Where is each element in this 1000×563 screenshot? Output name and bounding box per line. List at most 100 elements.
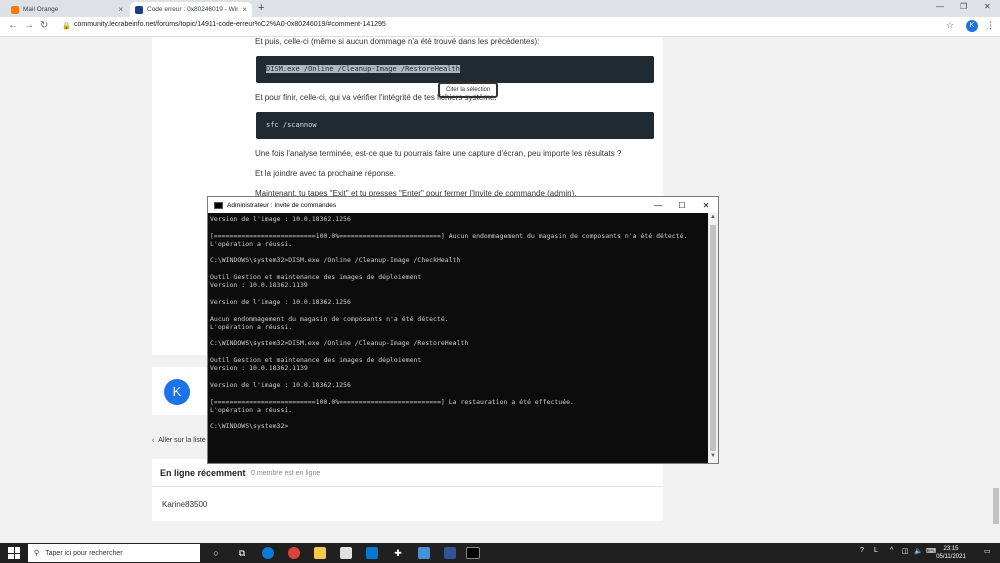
post-paragraph: Et la joindre avec ta prochaine réponse. xyxy=(255,169,396,178)
cmd-line: Outil Gestion et maintenance des images … xyxy=(210,356,422,365)
app-tray-icon[interactable]: L xyxy=(874,547,878,554)
lock-icon[interactable]: 🔒 xyxy=(62,22,71,30)
tab-title: Mail Orange xyxy=(23,6,59,13)
cmd-minimize-icon[interactable]: — xyxy=(646,201,670,210)
crabe-info-favicon-icon xyxy=(135,5,143,14)
cmd-maximize-icon[interactable]: ☐ xyxy=(670,201,694,210)
command-prompt-window[interactable]: Administrateur : Invite de commandes — ☐… xyxy=(207,196,719,464)
cmd-scroll-up-icon[interactable]: ▲ xyxy=(710,214,716,220)
post-paragraph: Une fois l'analyse terminée, est-ce que … xyxy=(255,149,622,158)
tab-close-icon[interactable]: × xyxy=(118,5,123,14)
back-to-list-link[interactable]: ‹ Aller sur la liste xyxy=(152,437,206,444)
cmd-line xyxy=(210,389,706,397)
taskbar-search-box[interactable]: ⚲ Taper ici pour rechercher xyxy=(28,544,200,562)
minimize-icon[interactable]: — xyxy=(936,2,944,11)
search-icon: ⚲ xyxy=(34,550,40,557)
cmd-line xyxy=(210,290,706,298)
cortana-icon[interactable]: ○ xyxy=(210,547,222,559)
code-text-selected[interactable]: DISM.exe /Online /Cleanup-Image /Restore… xyxy=(266,65,460,73)
tab-mail-orange[interactable]: Mail Orange × xyxy=(6,2,128,17)
language-icon[interactable]: ⌨ xyxy=(926,547,936,555)
divider xyxy=(152,486,663,487)
cmd-line xyxy=(210,331,706,339)
cmd-line: [==========================100.0%=======… xyxy=(210,231,688,240)
plus-app-icon[interactable]: ✚ xyxy=(392,547,404,559)
cmd-line: Version de l'image : 10.0.18362.1256 xyxy=(210,215,351,223)
cmd-line: Version : 10.0.18362.1139 xyxy=(210,364,308,373)
help-icon[interactable]: ? xyxy=(860,547,864,554)
forward-arrow-icon[interactable]: → xyxy=(24,20,34,31)
cmd-close-icon[interactable]: ✕ xyxy=(694,201,718,210)
cmd-scrollbar-thumb[interactable] xyxy=(710,225,716,451)
cmd-scroll-down-icon[interactable]: ▼ xyxy=(710,453,716,459)
store-icon[interactable] xyxy=(340,547,352,559)
tab-close-icon[interactable]: × xyxy=(242,5,247,14)
cmd-line xyxy=(210,306,706,314)
cmd-line: Aucun endommagement du magasin de compos… xyxy=(210,314,449,323)
back-arrow-icon[interactable]: ← xyxy=(8,20,18,31)
cmd-line: C:\WINDOWS\system32> xyxy=(210,422,289,431)
windows-taskbar: ⚲ Taper ici pour rechercher ○ ⧉ ✚ ? L ^ … xyxy=(0,543,1000,563)
browser-toolbar: ← → ↻ 🔒 community.lecrabeinfo.net/forums… xyxy=(0,17,1000,37)
close-window-icon[interactable]: ✕ xyxy=(984,2,991,11)
cmd-title: Administrateur : Invite de commandes xyxy=(227,201,337,209)
task-view-icon[interactable]: ⧉ xyxy=(236,547,248,559)
chrome-icon[interactable] xyxy=(288,547,300,559)
cmd-line: L'opération a réussi. xyxy=(210,405,293,414)
cmd-taskbar-icon[interactable] xyxy=(466,547,480,559)
notification-icon[interactable]: ▭ xyxy=(984,547,991,555)
mail-orange-favicon-icon xyxy=(11,5,19,14)
profile-avatar[interactable]: K xyxy=(966,20,978,32)
file-explorer-icon[interactable] xyxy=(314,547,326,559)
page-scrollbar-thumb[interactable] xyxy=(993,488,999,524)
network-icon[interactable]: ◫ xyxy=(902,547,909,555)
app-icon[interactable] xyxy=(418,547,430,559)
cmd-line xyxy=(210,265,706,273)
browser-tab-bar: Mail Orange × Code erreur : 0x80246019 -… xyxy=(0,0,1000,17)
new-tab-button[interactable]: + xyxy=(258,2,264,14)
browser-menu-icon[interactable]: ⋮ xyxy=(986,20,995,31)
edge-icon[interactable] xyxy=(262,547,274,559)
cmd-line: Version de l'image : 10.0.18362.1256 xyxy=(210,297,351,306)
app-icon[interactable] xyxy=(444,547,456,559)
tab-code-erreur[interactable]: Code erreur : 0x80246019 - Windo × xyxy=(130,2,252,17)
online-member-link[interactable]: Karine83500 xyxy=(162,500,207,509)
post-paragraph: Et pour finir, celle-ci, qui va vérifier… xyxy=(255,93,497,102)
code-block: sfc /scannow xyxy=(256,112,654,139)
cmd-console-output[interactable]: Version de l'image : 10.0.18362.1256 [==… xyxy=(208,213,708,463)
cmd-line xyxy=(210,373,706,381)
back-link-label: Aller sur la liste xyxy=(158,437,206,444)
cmd-scrollbar[interactable]: ▲ ▼ xyxy=(708,213,718,463)
bookmark-star-icon[interactable]: ☆ xyxy=(946,20,954,31)
cmd-line: Outil Gestion et maintenance des images … xyxy=(210,273,422,282)
page-scrollbar[interactable] xyxy=(992,37,1000,543)
mail-icon[interactable] xyxy=(366,547,378,559)
cmd-line: C:\WINDOWS\system32>DISM.exe /Online /Cl… xyxy=(210,256,461,265)
cmd-line: L'opération a réussi. xyxy=(210,239,293,248)
reload-icon[interactable]: ↻ xyxy=(40,20,48,31)
cmd-line xyxy=(210,248,706,256)
speaker-icon[interactable]: 🔈 xyxy=(914,547,923,555)
cmd-line: [==========================100.0%=======… xyxy=(210,397,574,406)
reply-avatar[interactable]: K xyxy=(164,379,190,405)
chevron-up-icon[interactable]: ^ xyxy=(890,547,893,554)
maximize-icon[interactable]: ❐ xyxy=(960,2,967,11)
post-paragraph: Et puis, celle-ci (même si aucun dommage… xyxy=(255,37,540,46)
clock-date: 05/11/2021 xyxy=(936,554,966,560)
windows-start-icon[interactable] xyxy=(8,547,20,559)
taskbar-clock[interactable]: 23:15 05/11/2021 xyxy=(936,545,966,561)
cmd-line: L'opération a réussi. xyxy=(210,322,293,331)
cmd-title-bar[interactable]: Administrateur : Invite de commandes — ☐… xyxy=(208,197,718,213)
cmd-line: Version : 10.0.18362.1139 xyxy=(210,281,308,290)
online-count: 0 membre est en ligne xyxy=(251,470,321,477)
tab-title: Code erreur : 0x80246019 - Windo xyxy=(147,6,239,13)
address-bar[interactable]: community.lecrabeinfo.net/forums/topic/1… xyxy=(74,21,386,28)
cmd-line: C:\WINDOWS\system32>DISM.exe /Online /Cl… xyxy=(210,339,469,348)
cmd-line xyxy=(210,414,706,422)
online-title: En ligne récemment xyxy=(160,468,246,478)
cmd-window-icon xyxy=(214,201,223,209)
cmd-line xyxy=(210,348,706,356)
clock-time: 23:15 xyxy=(943,546,959,552)
code-block: DISM.exe /Online /Cleanup-Image /Restore… xyxy=(256,56,654,83)
code-text: sfc /scannow xyxy=(266,121,317,129)
